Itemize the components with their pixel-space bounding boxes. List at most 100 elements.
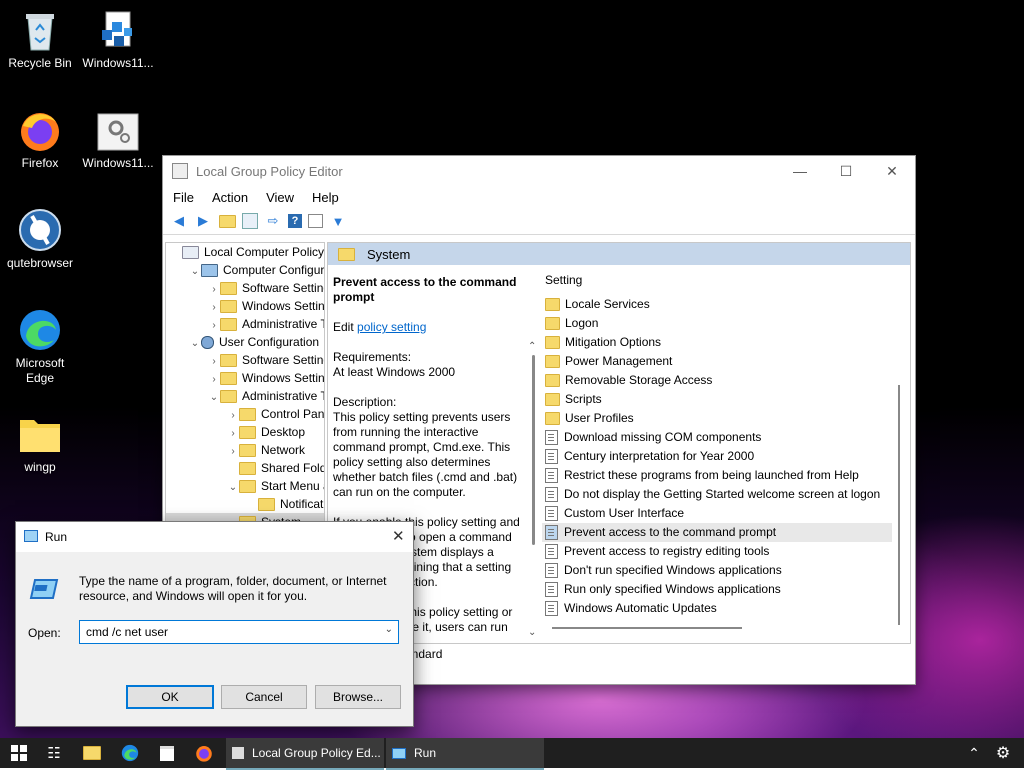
tree-item[interactable]: ⌄ User Configuration — [166, 333, 324, 351]
edit-policy-line: Edit policy setting — [333, 320, 529, 335]
desktop-icon-label: wingp — [24, 460, 56, 474]
scroll-down-icon[interactable]: ⌄ — [528, 627, 536, 638]
start-button[interactable] — [6, 738, 32, 768]
scroll-thumb[interactable] — [532, 355, 535, 545]
filter-icon[interactable]: ▼ — [329, 212, 347, 230]
policy-setting-row[interactable]: Run only specified Windows applications — [542, 580, 892, 599]
desktop-icon-label: Firefox — [21, 156, 59, 170]
store-icon[interactable] — [155, 738, 179, 768]
desktop-icon-recycle-bin[interactable]: Recycle Bin — [0, 8, 80, 71]
tree-item[interactable]: Local Computer Policy — [166, 243, 324, 261]
tree-item[interactable]: ›Software Settings — [166, 279, 324, 297]
details-header-title: System — [367, 246, 411, 262]
folder-icon — [220, 372, 237, 386]
desktop-icon-edge[interactable]: Microsoft Edge — [0, 308, 80, 386]
policy-setting-row[interactable]: Restrict these programs from being launc… — [542, 466, 892, 485]
open-input[interactable]: cmd /c net user — [86, 625, 168, 639]
browse-button[interactable]: Browse... — [315, 685, 401, 709]
tree-item[interactable]: ⌄ Computer Configura — [166, 261, 324, 279]
window-title: Local Group Policy Editor — [196, 163, 343, 179]
show-hidden-icons-chevron-icon[interactable]: ⌃ — [964, 738, 984, 768]
setting-folder-row[interactable]: Power Management — [542, 352, 892, 371]
setting-label: Prevent access to registry editing tools — [564, 544, 770, 558]
folder-icon — [239, 480, 256, 494]
taskbar-item-gpedit[interactable]: Local Group Policy Ed... — [226, 738, 384, 770]
desktop-icon-qutebrowser[interactable]: qutebrowser — [0, 208, 80, 271]
setting-folder-row[interactable]: Removable Storage Access — [542, 371, 892, 390]
tree-item[interactable]: Shared Folder — [166, 459, 324, 477]
setting-folder-row[interactable]: User Profiles — [542, 409, 892, 428]
toolbar: ◀ ▶ ⇨ ? ▼ — [163, 208, 915, 235]
tree-item[interactable]: › Desktop — [166, 423, 324, 441]
policy-setting-row[interactable]: Prevent access to registry editing tools — [542, 542, 892, 561]
properties-icon[interactable] — [308, 214, 323, 228]
minimize-button[interactable]: — — [777, 156, 823, 186]
policy-setting-row[interactable]: Century interpretation for Year 2000 — [542, 447, 892, 466]
tree-item-label: Control Panel — [261, 407, 325, 421]
cancel-button[interactable]: Cancel — [221, 685, 307, 709]
show-hide-tree-icon[interactable] — [242, 213, 258, 229]
tree-item-label: Software Settings — [242, 281, 324, 295]
tree-item[interactable]: › Windows Setting — [166, 297, 324, 315]
policy-setting-row[interactable]: Windows Automatic Updates — [542, 599, 892, 618]
policy-setting-row[interactable]: Prevent access to the command prompt — [542, 523, 892, 542]
run-title-bar[interactable]: Run ✕ — [16, 522, 413, 552]
policy-setting-row[interactable]: Don't run specified Windows applications — [542, 561, 892, 580]
setting-folder-row[interactable]: Locale Services — [542, 295, 892, 314]
horizontal-scroll-thumb[interactable] — [552, 627, 742, 629]
setting-folder-row[interactable]: Scripts — [542, 390, 892, 409]
setting-folder-row[interactable]: Logon — [542, 314, 892, 333]
tree-item[interactable]: ›Software Settings — [166, 351, 324, 369]
help-icon[interactable]: ? — [288, 214, 302, 228]
settings-file-icon — [96, 108, 140, 152]
forward-arrow-icon[interactable]: ▶ — [194, 212, 212, 230]
tree-item[interactable]: ›Control Panel — [166, 405, 324, 423]
setting-label: Do not display the Getting Started welco… — [564, 487, 881, 501]
tree-item[interactable]: › Windows Setting — [166, 369, 324, 387]
up-folder-icon[interactable] — [218, 212, 236, 230]
task-view-icon[interactable]: ☷ — [42, 738, 66, 768]
policy-setting-icon — [545, 430, 558, 446]
edge-taskbar-icon[interactable] — [118, 738, 142, 768]
policy-icon — [182, 246, 199, 260]
desktop-icon-windows11-2[interactable]: Windows11... — [78, 108, 158, 171]
menu-view[interactable]: View — [256, 190, 302, 205]
tree-item[interactable]: › Administrative Te — [166, 315, 324, 333]
tree-item[interactable]: ⌄ Administrative Te — [166, 387, 324, 405]
tree-item[interactable]: ⌄Start Menu ar — [166, 477, 324, 495]
policy-setting-row[interactable]: Download missing COM components — [542, 428, 892, 447]
description-scrollbar[interactable]: ⌃ ⌄ — [525, 265, 541, 643]
user-icon — [201, 336, 214, 350]
setting-folder-row[interactable]: Mitigation Options — [542, 333, 892, 352]
back-arrow-icon[interactable]: ◀ — [170, 212, 188, 230]
tree-item[interactable]: › Network — [166, 441, 324, 459]
desktop-icon-wingp[interactable]: wingp — [0, 412, 80, 475]
policy-setting-row[interactable]: Custom User Interface — [542, 504, 892, 523]
open-combobox[interactable]: cmd /c net user ⌄ — [79, 620, 399, 644]
policy-setting-link[interactable]: policy setting — [357, 320, 426, 334]
close-button[interactable]: ✕ — [869, 156, 915, 186]
list-scroll-thumb[interactable] — [898, 385, 900, 625]
settings-gear-icon[interactable]: ⚙ — [992, 738, 1014, 768]
scroll-up-icon[interactable]: ⌃ — [528, 341, 536, 352]
firefox-taskbar-icon[interactable] — [192, 738, 216, 768]
taskbar-item-run[interactable]: Run — [386, 738, 544, 770]
tree-item[interactable]: Notificatio — [166, 495, 324, 513]
menu-file[interactable]: File — [163, 190, 202, 205]
policy-setting-row[interactable]: Do not display the Getting Started welco… — [542, 485, 892, 504]
desktop-icon-windows11-1[interactable]: Windows11... — [78, 8, 158, 71]
policy-setting-icon — [545, 582, 558, 598]
file-explorer-icon[interactable] — [80, 738, 104, 768]
menu-action[interactable]: Action — [202, 190, 256, 205]
chevron-down-icon[interactable]: ⌄ — [385, 624, 393, 635]
export-list-icon[interactable]: ⇨ — [264, 212, 282, 230]
maximize-button[interactable]: ☐ — [823, 156, 869, 186]
menu-help[interactable]: Help — [302, 190, 347, 205]
setting-column-header[interactable]: Setting — [542, 265, 892, 295]
tree-item-label: Shared Folder — [261, 461, 324, 475]
run-close-button[interactable]: ✕ — [392, 527, 405, 545]
tree-item-label: Windows Setting — [242, 299, 325, 313]
taskbar: ☷ Local Group Policy Ed... Run ⌃ ⚙ — [0, 738, 1024, 770]
ok-button[interactable]: OK — [126, 685, 214, 709]
desktop-icon-firefox[interactable]: Firefox — [0, 108, 80, 171]
